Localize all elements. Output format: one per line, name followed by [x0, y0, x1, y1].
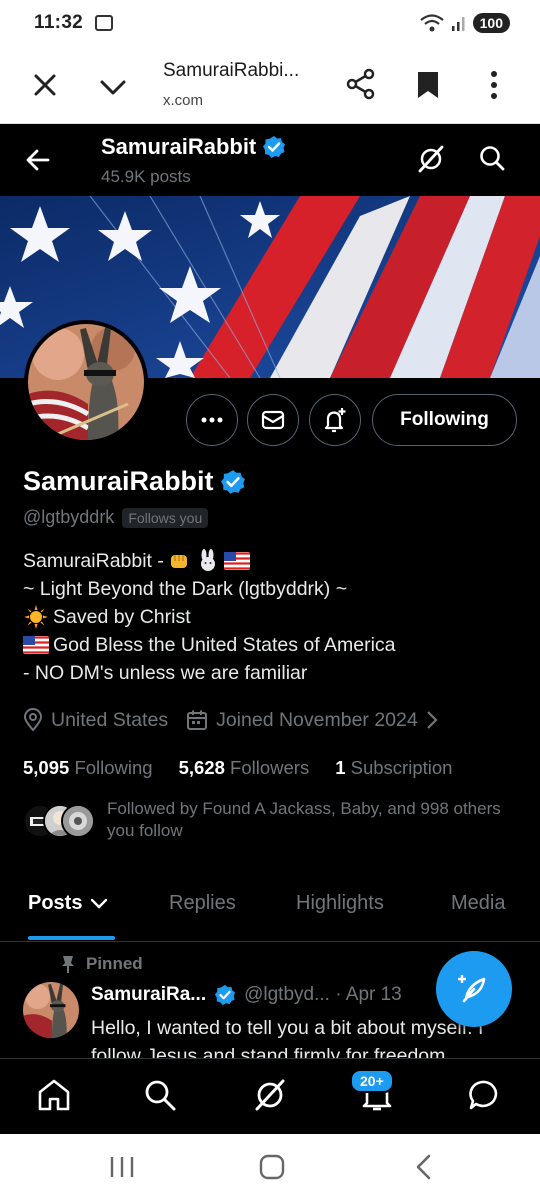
- status-bar: 11:32 100: [0, 0, 540, 46]
- pin-icon: [62, 956, 74, 973]
- post-author-name[interactable]: SamuraiRa...: [91, 984, 206, 1006]
- bell-plus-icon: [324, 408, 346, 433]
- post-meta: @lgtbyd... · Apr 13: [244, 984, 402, 1005]
- bookmark-icon[interactable]: [415, 70, 441, 100]
- post-author-avatar[interactable]: [23, 982, 79, 1038]
- header-posts-count: 45.9K posts: [101, 167, 191, 186]
- profile-tabs: Posts Replies Highlights Media: [0, 872, 540, 942]
- subscription-stat[interactable]: 1 Subscription: [335, 757, 452, 779]
- search-icon[interactable]: [478, 144, 506, 172]
- share-icon[interactable]: [345, 68, 377, 100]
- more-options-button[interactable]: [186, 394, 238, 446]
- followed-by-text: Followed by Found A Jackass, Baby, and 9…: [107, 799, 501, 840]
- verified-badge-icon[interactable]: [220, 469, 246, 495]
- more-vertical-icon[interactable]: [484, 70, 504, 100]
- browser-url: x.com: [163, 92, 204, 109]
- compose-feather-icon: [458, 975, 486, 1003]
- chevron-down-icon: [91, 898, 108, 909]
- bio-line-3: Saved by Christ: [23, 603, 396, 631]
- us-flag-emoji-icon: [223, 552, 250, 570]
- location-pin-icon: [23, 708, 43, 732]
- pinned-label-row: Pinned: [60, 954, 143, 974]
- battery-indicator: 100: [472, 13, 510, 33]
- calendar-icon: [187, 710, 208, 730]
- us-flag-emoji-icon: [23, 636, 49, 654]
- profile-header-bar: SamuraiRabbit 45.9K posts: [0, 124, 540, 196]
- screen-record-icon: [95, 15, 114, 31]
- back-button-icon[interactable]: [410, 1154, 438, 1180]
- profile-joined-date[interactable]: Joined November 2024: [186, 709, 438, 732]
- profile-bio: SamuraiRabbit - ~ Light Beyond the Dark …: [23, 547, 396, 687]
- verified-badge-icon: [263, 136, 286, 158]
- follows-you-badge: Follows you: [122, 507, 209, 528]
- status-time: 11:32: [34, 12, 84, 33]
- system-navigation-bar: [0, 1134, 540, 1200]
- bio-line-4: God Bless the United States of America: [23, 631, 396, 659]
- profile-stats: 5,095 Following 5,628 Followers 1 Subscr…: [23, 757, 452, 779]
- close-icon[interactable]: [30, 70, 60, 100]
- tab-posts[interactable]: Posts: [28, 892, 108, 915]
- following-button[interactable]: Following: [372, 394, 517, 446]
- bio-line-2: ~ Light Beyond the Dark (lgtbyddrk) ~: [23, 578, 348, 600]
- profile-name-row: SamuraiRabbit: [23, 466, 246, 497]
- signal-icon: [451, 17, 465, 31]
- tab-media[interactable]: Media: [451, 892, 505, 915]
- tab-highlights[interactable]: Highlights: [296, 892, 384, 915]
- wifi-icon: [419, 14, 444, 32]
- chevron-down-icon[interactable]: [98, 72, 128, 102]
- header-title: SamuraiRabbit: [101, 134, 286, 160]
- envelope-icon: [261, 410, 285, 430]
- followed-by-avatars: [23, 804, 95, 840]
- sun-emoji-icon: [24, 605, 48, 629]
- message-button[interactable]: [247, 394, 299, 446]
- notification-count-badge: 20+: [350, 1069, 394, 1093]
- profile-name: SamuraiRabbit: [23, 466, 214, 496]
- home-button-icon[interactable]: [258, 1154, 286, 1180]
- profile-avatar[interactable]: [24, 320, 148, 444]
- followed-by-row[interactable]: Followed by Found A Jackass, Baby, and 9…: [23, 798, 507, 842]
- more-horizontal-icon: [201, 417, 223, 423]
- following-stat[interactable]: 5,095 Following: [23, 757, 153, 779]
- tab-replies[interactable]: Replies: [169, 892, 236, 915]
- verified-badge-icon: [215, 984, 236, 1006]
- back-arrow-icon[interactable]: [24, 146, 52, 174]
- profile-location: United States: [23, 708, 168, 732]
- notifications-subscribe-button[interactable]: [309, 394, 361, 446]
- post-header: SamuraiRa... @lgtbyd... · Apr 13: [91, 984, 402, 1006]
- fist-bump-emoji-icon: [170, 555, 187, 568]
- grok-icon[interactable]: [416, 144, 446, 174]
- followers-stat[interactable]: 5,628 Followers: [179, 757, 310, 779]
- profile-handle-row: @lgtbyddrk Follows you: [23, 507, 209, 528]
- recent-apps-icon[interactable]: [108, 1154, 136, 1180]
- profile-meta-row: United States Joined November 2024: [23, 708, 456, 732]
- bio-line-5: - NO DM's unless we are familiar: [23, 662, 308, 684]
- browser-page-title: SamuraiRabbi...: [163, 60, 300, 81]
- header-name: SamuraiRabbit: [101, 134, 257, 159]
- avatar: [61, 804, 95, 838]
- compose-post-button[interactable]: [436, 951, 512, 1027]
- profile-handle: @lgtbyddrk: [23, 507, 115, 527]
- chevron-right-icon: [426, 711, 438, 729]
- rabbit-emoji-icon: [200, 549, 215, 571]
- search-icon[interactable]: [142, 1077, 178, 1113]
- browser-toolbar: SamuraiRabbi... x.com: [0, 46, 540, 124]
- home-icon[interactable]: [36, 1077, 72, 1113]
- grok-icon[interactable]: [252, 1077, 288, 1113]
- bottom-navigation: 20+: [0, 1058, 540, 1134]
- bio-line-1: SamuraiRabbit -: [23, 547, 396, 575]
- messages-bubble-icon[interactable]: [467, 1077, 503, 1113]
